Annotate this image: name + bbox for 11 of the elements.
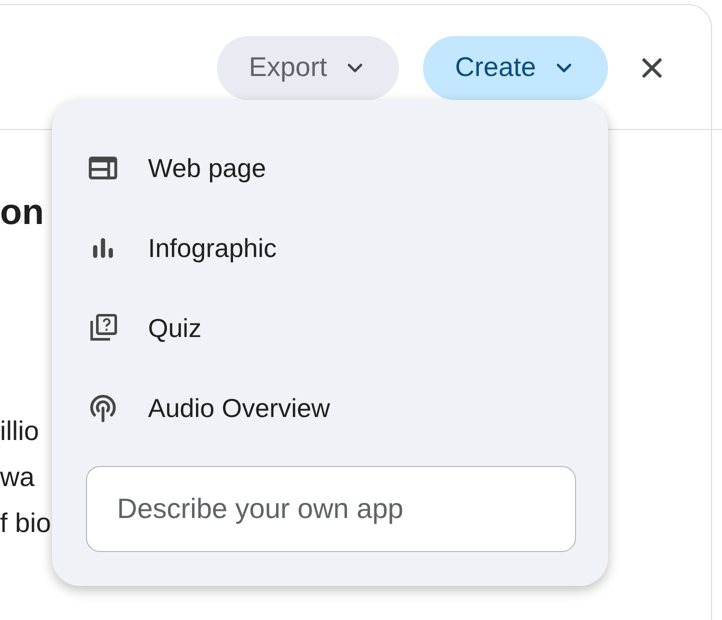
document-text: illio [0, 415, 40, 448]
describe-app-input[interactable]: Describe your own app [86, 466, 576, 552]
menu-item[interactable]: Web page [86, 128, 574, 208]
create-button[interactable]: Create [422, 36, 608, 100]
menu-item[interactable]: Quiz [86, 288, 574, 368]
document-text: f bio [0, 507, 52, 540]
menu-item[interactable]: Audio Overview [86, 368, 574, 448]
document-text: wa [0, 461, 35, 494]
menu-item[interactable]: Infographic [86, 208, 574, 288]
document-heading: on [0, 194, 44, 230]
export-button[interactable]: Export [216, 36, 399, 100]
